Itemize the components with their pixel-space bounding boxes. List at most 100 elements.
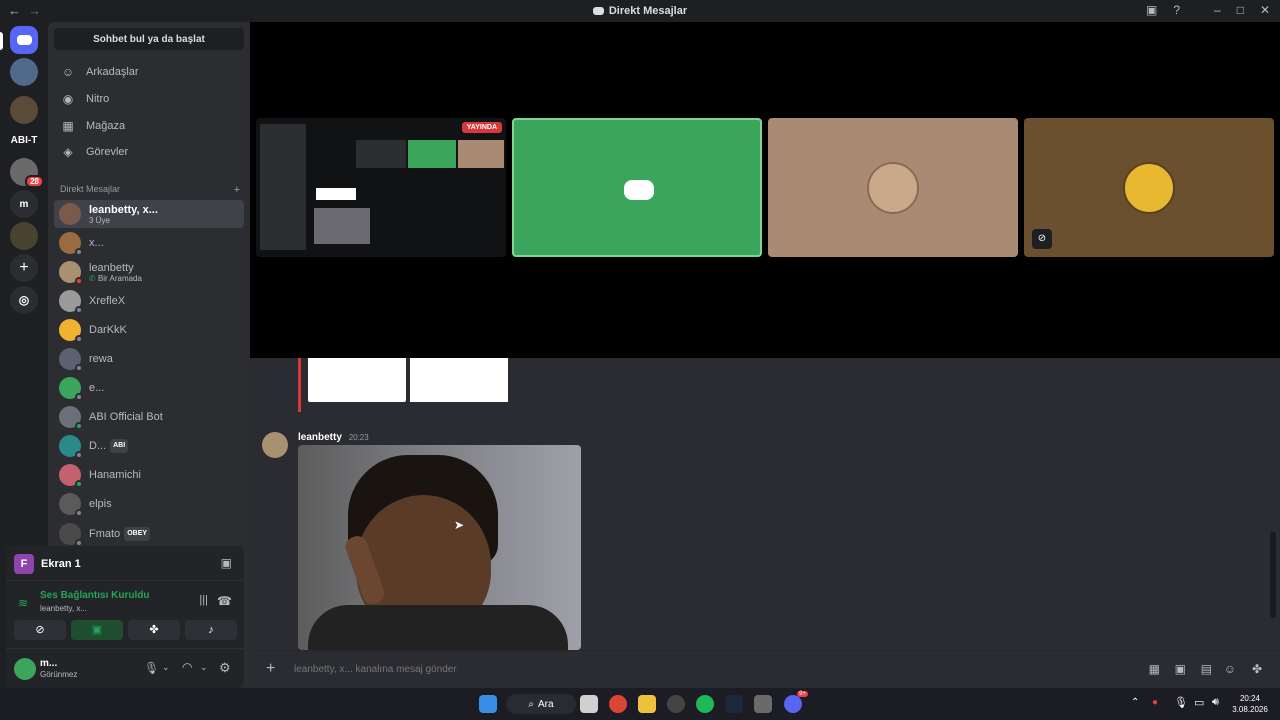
emoji-icon[interactable]: ☺: [1224, 662, 1236, 676]
steam-icon[interactable]: [725, 695, 743, 713]
server-icon[interactable]: [10, 96, 38, 124]
camera-button[interactable]: ⊘: [14, 620, 66, 640]
add-attachment-icon[interactable]: +: [266, 660, 275, 678]
server-abi-t[interactable]: ABI-T: [10, 126, 38, 154]
nav-shop[interactable]: ▦ Mağaza: [54, 113, 244, 139]
screen-share-tile[interactable]: YAYINDA: [256, 118, 506, 257]
dm-item[interactable]: rewa: [54, 345, 244, 373]
minimize-icon[interactable]: –: [1214, 3, 1221, 17]
gift-icon[interactable]: ▦: [1149, 662, 1160, 676]
spotify-icon[interactable]: [696, 695, 714, 713]
app-icon[interactable]: [754, 695, 772, 713]
display-icon[interactable]: ▭: [1194, 696, 1204, 709]
message-time: 20:23: [348, 433, 369, 442]
microphone-icon[interactable]: 🎙︎: [1174, 696, 1188, 709]
discord-taskbar-icon[interactable]: 9+: [784, 691, 808, 713]
dm-item[interactable]: x...: [54, 229, 244, 257]
task-view-icon[interactable]: [580, 695, 598, 713]
find-conversation-button[interactable]: Sohbet bul ya da başlat: [54, 28, 244, 50]
screen-share-button[interactable]: ▣: [71, 620, 123, 640]
soundboard-button[interactable]: ♪: [185, 620, 237, 640]
nav-friends[interactable]: ☺ Arkadaşlar: [54, 59, 244, 85]
embed-image[interactable]: [308, 358, 406, 402]
dm-item[interactable]: leanbetty, x... 3 Üye: [54, 200, 244, 228]
add-dm-icon[interactable]: +: [234, 184, 240, 196]
chrome-icon[interactable]: [609, 695, 627, 713]
scrollbar[interactable]: [1270, 532, 1276, 618]
nav-nitro[interactable]: ◉ Nitro: [54, 86, 244, 112]
friends-icon: ☺: [61, 65, 75, 79]
notification-badge: 9+: [797, 691, 808, 697]
headphones-icon[interactable]: ◠: [182, 660, 192, 674]
message-input[interactable]: [294, 660, 1054, 678]
server-icon[interactable]: [10, 222, 38, 250]
file-explorer-icon[interactable]: [638, 695, 656, 713]
start-button[interactable]: [479, 695, 497, 713]
server-icon[interactable]: 28: [10, 158, 44, 188]
dm-item[interactable]: e...: [54, 374, 244, 402]
embed-image[interactable]: [410, 358, 508, 402]
participant-tile[interactable]: [768, 118, 1018, 257]
nav-quests[interactable]: ◈ Görevler: [54, 139, 244, 165]
avatar[interactable]: [262, 432, 288, 458]
taskbar-search[interactable]: ⌕ Ara: [506, 694, 576, 714]
live-badge: YAYINDA: [461, 122, 502, 133]
dm-item[interactable]: XrefleX: [54, 287, 244, 315]
dm-item[interactable]: leanbetty ✆ Bir Aramada: [54, 258, 244, 286]
dm-item[interactable]: DarKkK: [54, 316, 244, 344]
activities-button[interactable]: ✤: [128, 620, 180, 640]
server-tag-badge: OBEY: [124, 527, 151, 541]
avatar[interactable]: [14, 658, 36, 680]
help-icon[interactable]: ?: [1173, 3, 1180, 17]
avatar: [59, 464, 83, 488]
chevron-up-icon[interactable]: ⌃: [1131, 697, 1139, 708]
apps-icon[interactable]: ✤: [1252, 662, 1262, 676]
user-name: m...: [40, 658, 58, 669]
sticker-icon[interactable]: ▤: [1201, 662, 1212, 676]
home-discord-button[interactable]: [10, 26, 38, 54]
gif-icon[interactable]: ▣: [1175, 662, 1186, 676]
app-icon[interactable]: [667, 695, 685, 713]
tray-app-icon[interactable]: ●: [1152, 697, 1158, 708]
disconnect-icon[interactable]: ☎: [217, 594, 232, 608]
message-header: leanbetty 20:23: [298, 432, 369, 443]
voice-status[interactable]: Ses Bağlantısı Kuruldu: [40, 590, 149, 601]
avatar: [59, 232, 83, 256]
taskbar-clock[interactable]: 20:24 3.08.2026: [1228, 693, 1272, 715]
dm-item[interactable]: Fmato OBEY: [54, 520, 244, 548]
avatar: [59, 203, 81, 225]
stop-stream-icon[interactable]: ▣: [221, 556, 232, 570]
chevron-down-icon[interactable]: ⌄: [200, 662, 208, 673]
message-image[interactable]: [298, 445, 581, 650]
discover-button[interactable]: ◎: [10, 286, 38, 314]
dm-item[interactable]: Hanamichi: [54, 461, 244, 489]
participant-tile[interactable]: [512, 118, 762, 257]
noise-suppression-icon[interactable]: |||: [199, 594, 208, 606]
settings-gear-icon[interactable]: ⚙: [219, 660, 231, 676]
add-server-button[interactable]: +: [10, 254, 38, 282]
message-author[interactable]: leanbetty: [298, 432, 342, 443]
avatar: [867, 162, 919, 214]
maximize-icon[interactable]: □: [1237, 3, 1244, 17]
volume-icon[interactable]: 🔊︎: [1212, 696, 1219, 709]
dm-item[interactable]: elpis: [54, 490, 244, 518]
discord-icon: [16, 35, 32, 45]
close-icon[interactable]: ✕: [1260, 3, 1270, 17]
server-m[interactable]: m: [10, 190, 38, 218]
phone-icon: ✆: [89, 273, 98, 283]
stream-icon: F: [14, 554, 34, 574]
microphone-icon[interactable]: 🎙︎: [144, 661, 159, 675]
participant-tile[interactable]: ⊘: [1024, 118, 1274, 257]
voice-panel: F Ekran 1 ▣ ≋ Ses Bağlantısı Kuruldu lea…: [6, 546, 244, 688]
mention-badge: 28: [25, 175, 44, 188]
dm-item[interactable]: D... ABI: [54, 432, 244, 460]
nitro-icon: ◉: [62, 92, 74, 106]
avatar: [59, 493, 83, 517]
voice-channel: leanbetty, x...: [40, 604, 87, 613]
inbox-icon[interactable]: ▣: [1146, 3, 1157, 17]
dm-item[interactable]: ABI Official Bot: [54, 403, 244, 431]
signal-icon[interactable]: ≋: [18, 596, 28, 610]
server-icon[interactable]: [10, 58, 38, 86]
chevron-down-icon[interactable]: ⌄: [162, 662, 170, 673]
avatar: [59, 319, 83, 343]
